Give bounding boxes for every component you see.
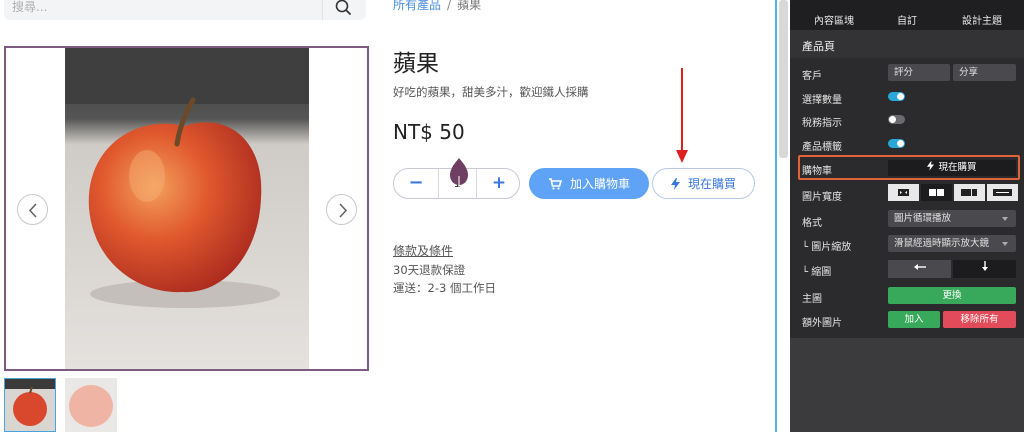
annotation-arrow-icon [676,68,688,163]
width-option-half[interactable] [921,184,952,201]
decrease-quantity-button[interactable]: − [394,169,438,198]
thumbnail-horizontal-option[interactable] [888,260,951,278]
drop-cursor-icon [450,158,468,189]
format-label: 格式 [802,218,822,229]
add-to-cart-button[interactable]: 加入購物車 [529,168,649,199]
customer-share-button[interactable]: 分享 [953,64,1016,81]
terms-link[interactable]: 條款及條件 [393,242,453,259]
thumbnail-position-selector [888,260,1016,278]
thumbnail-label: └ 縮圖 [802,267,832,278]
thumbnail-vertical-option[interactable] [953,260,1016,278]
width-option-full[interactable] [987,184,1018,201]
thumbnail-2[interactable] [65,378,117,432]
tab-customize[interactable]: 自訂 [897,12,917,27]
buy-now-label: 現在購買 [687,177,736,191]
panel-footer-area [790,338,1024,432]
add-to-cart-label: 加入購物車 [569,177,630,191]
product-image-gallery [4,46,369,371]
increase-quantity-button[interactable]: + [477,169,521,198]
width-option-wide[interactable] [954,184,985,201]
breadcrumb-separator: / [447,0,452,12]
width-half-icon [929,189,944,196]
zoom-label: └ 圖片縮放 [802,242,852,253]
tax-label: 稅務指示 [802,118,842,129]
tab-content-blocks[interactable]: 內容區塊 [814,12,854,27]
lightning-icon [927,161,935,171]
customer-rating-button[interactable]: 評分 [888,64,950,81]
thumbnail-1[interactable] [4,378,56,432]
chevron-left-icon [28,203,37,218]
chevron-down-icon [1002,242,1008,246]
product-description: 好吃的蘋果，甜美多汁，歡迎鐵人採購 [393,85,589,99]
format-select-value: 圖片循環播放 [894,213,952,224]
arrow-left-icon [913,264,926,270]
shipping-policy: 運送：2-3 個工作日 [393,281,496,295]
search-input[interactable] [12,0,312,16]
cart-setting-row: 購物車 現在購買 [798,155,1020,180]
preview-scrollbar-thumb[interactable] [779,0,788,158]
search-icon[interactable] [334,0,354,18]
format-select[interactable]: 圖片循環播放 [888,210,1016,227]
settings-panel: 內容區塊 自訂 設計主題 產品頁 客戶 評分 分享 選擇數量 稅務指示 產品標籤… [790,0,1024,432]
breadcrumb: 所有產品 / 蘋果 [393,0,481,13]
tab-design-theme[interactable]: 設計主題 [962,12,1002,27]
chevron-down-icon [1002,217,1008,221]
product-title: 蘋果 [393,51,439,77]
product-price: NT$ 50 [393,120,465,144]
panel-tab-bar: 內容區塊 自訂 設計主題 [790,0,1024,30]
remove-all-images-button[interactable]: 移除所有 [943,311,1016,328]
product-tag-label: 產品標籤 [802,142,842,153]
image-width-label: 圖片寬度 [802,192,842,203]
breadcrumb-current: 蘋果 [457,0,482,12]
chevron-right-icon [339,203,348,218]
section-header: 產品頁 [790,30,1024,58]
width-option-narrow[interactable] [888,184,919,201]
lightning-icon [670,177,680,190]
cart-option-label: 現在購買 [938,162,977,173]
search-bar [4,0,366,20]
buy-now-button[interactable]: 現在購買 [652,168,755,199]
customer-label: 客戶 [802,71,822,82]
width-wide-icon [961,189,977,196]
cart-label: 購物車 [802,166,832,177]
search-divider [322,0,323,20]
arrow-down-icon [981,261,988,271]
replace-main-image-button[interactable]: 更換 [888,287,1016,304]
refund-policy: 30天退款保證 [393,263,466,277]
cart-icon [548,177,562,190]
gallery-prev-button[interactable] [17,194,48,225]
cart-buy-now-option[interactable]: 現在購買 [888,160,1016,176]
select-quantity-label: 選擇數量 [802,95,842,106]
tax-toggle[interactable] [888,115,905,124]
breadcrumb-all-products-link[interactable]: 所有產品 [393,0,441,12]
extra-images-label: 額外圖片 [802,318,842,329]
width-full-icon [993,189,1012,196]
product-tag-toggle[interactable] [888,139,905,148]
zoom-select-value: 滑鼠經過時顯示放大鏡 [894,238,990,249]
image-width-selector [888,184,1018,201]
product-main-image[interactable] [65,48,309,369]
select-quantity-toggle[interactable] [888,92,905,101]
main-image-label: 主圖 [802,294,822,305]
gallery-next-button[interactable] [326,194,357,225]
width-narrow-icon [898,189,909,196]
section-title: 產品頁 [802,40,835,53]
add-image-button[interactable]: 加入 [888,311,940,328]
zoom-select[interactable]: 滑鼠經過時顯示放大鏡 [888,235,1016,252]
